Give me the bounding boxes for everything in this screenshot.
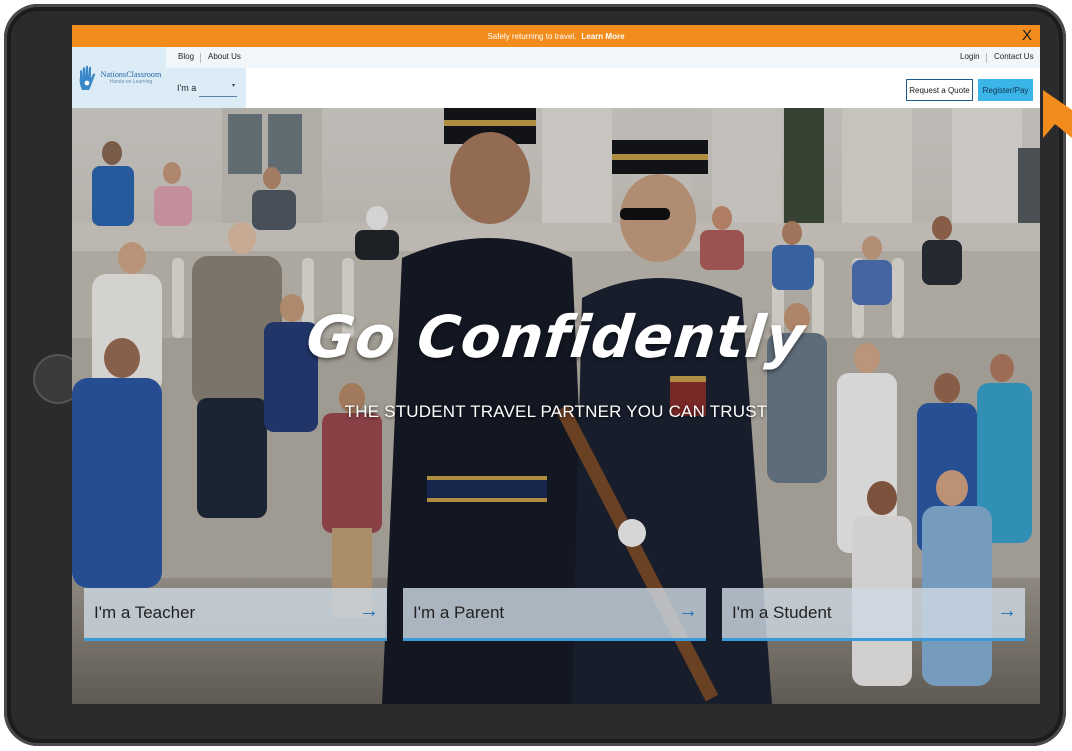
logo-name: NationsClassroom <box>100 70 162 79</box>
site-header: NationsClassroom Hands-on Learning Blog … <box>72 47 1040 108</box>
cta-parent-label: I'm a Parent <box>413 603 505 622</box>
audience-selector-label: I'm a <box>177 83 197 93</box>
logo-tagline: Hands-on Learning <box>109 79 153 85</box>
audience-selector: I'm a ▾ <box>166 68 246 108</box>
cta-student-label: I'm a Student <box>732 603 832 622</box>
nav-divider <box>986 53 987 63</box>
request-quote-button[interactable]: Request a Quote <box>906 79 973 101</box>
banner-close-button[interactable]: X <box>1022 27 1032 44</box>
hand-icon <box>79 65 95 90</box>
nav-divider <box>200 53 201 63</box>
cta-student[interactable]: I'm a Student → <box>722 588 1025 641</box>
cta-parent[interactable]: I'm a Parent → <box>403 588 706 641</box>
cta-teacher[interactable]: I'm a Teacher → <box>84 588 387 641</box>
hero-section: Go Confidently THE STUDENT TRAVEL PARTNE… <box>72 108 1040 704</box>
cta-teacher-label: I'm a Teacher <box>94 603 196 622</box>
nav-contact-link[interactable]: Contact Us <box>994 52 1034 61</box>
logo-wordmark: NationsClassroom Hands-on Learning <box>101 70 162 85</box>
arrow-right-icon: → <box>997 600 1017 622</box>
pointer-arrow-icon <box>1043 90 1072 138</box>
nav-login-link[interactable]: Login <box>960 52 980 61</box>
announcement-banner: Safely returning to travel. Learn More X <box>72 25 1040 47</box>
register-pay-button[interactable]: Register/Pay <box>978 79 1033 101</box>
site-logo[interactable]: NationsClassroom Hands-on Learning <box>72 47 166 108</box>
chevron-down-icon: ▾ <box>231 83 235 89</box>
learn-more-link[interactable]: Learn More <box>581 32 624 41</box>
top-nav-bar: Blog About Us Login Contact Us <box>166 47 1040 68</box>
arrow-right-icon: → <box>359 600 379 622</box>
nav-about-link[interactable]: About Us <box>208 52 241 61</box>
hero-subheadline: THE STUDENT TRAVEL PARTNER YOU CAN TRUST <box>344 402 768 421</box>
arrow-right-icon: → <box>678 600 698 622</box>
nav-blog-link[interactable]: Blog <box>178 52 194 61</box>
banner-message: Safely returning to travel. <box>487 31 577 41</box>
browser-viewport: Safely returning to travel. Learn More X… <box>72 25 1040 704</box>
tablet-frame: Safely returning to travel. Learn More X… <box>4 4 1066 746</box>
hero-headline: Go Confidently <box>303 303 809 371</box>
audience-dropdown[interactable]: ▾ <box>199 80 237 97</box>
